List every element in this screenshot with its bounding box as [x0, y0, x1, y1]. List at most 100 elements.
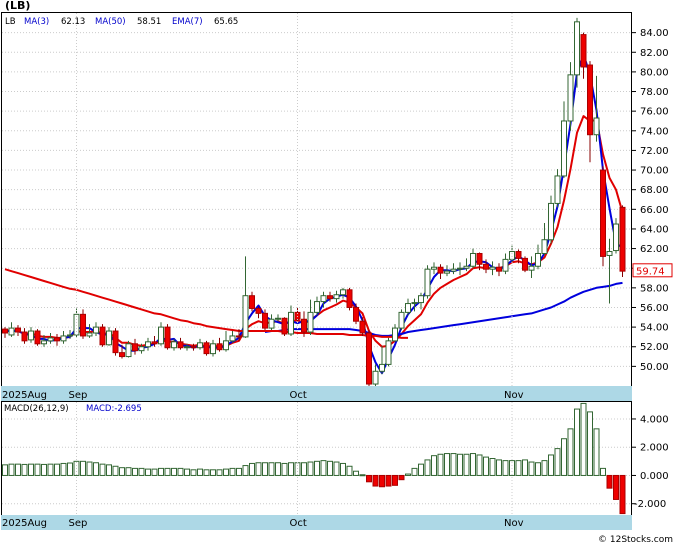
macd-bar-positive	[333, 461, 340, 476]
macd-bar-positive	[262, 462, 268, 476]
price-tick-label: 62.00	[640, 244, 669, 255]
legend-ma50-value: 58.51	[137, 17, 161, 27]
macd-bar-positive	[190, 469, 197, 476]
macd-bar-positive	[41, 463, 47, 476]
price-tick-label: 68.00	[640, 185, 669, 196]
price-tick-label: 72.00	[640, 146, 669, 157]
macd-bar-positive	[242, 465, 249, 476]
candle-up	[424, 265, 431, 299]
macd-bar-positive	[574, 408, 580, 476]
price-tick-label: 52.00	[640, 342, 669, 353]
price-x-tick-label: 2025Aug	[2, 390, 47, 401]
price-tick-label: 74.00	[640, 126, 669, 137]
macd-bar-positive	[80, 460, 86, 476]
price-x-tick-label: Nov	[504, 390, 524, 401]
candle-up	[398, 309, 405, 331]
macd-bar-positive	[320, 460, 327, 476]
legend-ma50-label: MA(50)	[95, 17, 126, 27]
macd-bar-negative	[379, 474, 385, 488]
macd-bar-positive	[496, 459, 502, 476]
macd-bar-positive	[106, 464, 112, 476]
macd-bar-positive	[424, 459, 431, 476]
macd-bar-positive	[314, 460, 320, 476]
price-tick-label: 54.00	[640, 323, 669, 334]
macd-bar-positive	[255, 462, 262, 476]
macd-bar-positive	[67, 462, 73, 476]
macd-bar-positive	[93, 462, 99, 476]
price-tick-label: 64.00	[640, 224, 669, 235]
macd-bar-positive	[554, 448, 561, 476]
price-date-strip	[1, 386, 632, 401]
macd-x-tick-label: Sep	[69, 518, 88, 529]
last-price-label: 59.74	[636, 266, 665, 277]
macd-bar-positive	[99, 463, 106, 476]
macd-bar-negative	[606, 474, 613, 489]
macd-bar-positive	[281, 462, 288, 476]
macd-bar-positive	[34, 463, 41, 476]
price-tick-label: 70.00	[640, 166, 669, 177]
macd-bar-positive	[138, 467, 145, 476]
macd-bar-positive	[184, 468, 190, 476]
chart-title: (LB)	[5, 0, 30, 12]
macd-bar-positive	[405, 473, 411, 476]
macd-bar-positive	[528, 461, 535, 476]
price-tick-label: 78.00	[640, 87, 669, 98]
macd-bar-positive	[418, 463, 424, 476]
macd-bar-positive	[60, 462, 67, 476]
macd-bar-positive	[567, 428, 574, 476]
candle-up	[125, 340, 132, 358]
macd-bar-positive	[411, 467, 418, 476]
candle-down	[281, 317, 288, 336]
macd-bar-positive	[359, 474, 366, 477]
macd-bar-negative	[398, 474, 405, 481]
macd-bar-positive	[327, 460, 333, 476]
macd-bar-positive	[15, 463, 21, 476]
macd-bar-positive	[587, 411, 593, 476]
price-tick-label: 66.00	[640, 205, 669, 216]
candle-up	[385, 337, 392, 367]
candle-down	[34, 329, 41, 346]
macd-bar-positive	[288, 462, 294, 476]
macd-bar-positive	[353, 470, 359, 476]
macd-bar-positive	[2, 464, 8, 476]
candle-down	[619, 205, 626, 278]
candle-down	[522, 256, 528, 273]
macd-bar-positive	[21, 463, 28, 476]
price-tick-label: 58.00	[640, 283, 669, 294]
macd-bar-positive	[476, 454, 483, 476]
macd-tick-label: -2.000	[634, 499, 666, 510]
macd-bar-positive	[444, 453, 450, 476]
macd-bar-positive	[177, 467, 184, 476]
price-tick-label: 84.00	[640, 28, 669, 39]
price-x-tick-label: Sep	[69, 390, 88, 401]
macd-bar-negative	[385, 474, 392, 487]
macd-bar-positive	[216, 469, 223, 476]
macd-bar-positive	[522, 459, 528, 476]
legend-ma3-label: MA(3)	[24, 17, 49, 27]
legend-ma3-value: 62.13	[61, 17, 85, 27]
macd-bar-positive	[210, 469, 216, 476]
macd-bar-positive	[229, 467, 236, 476]
legend-ema7-label: EMA(7)	[172, 17, 203, 27]
macd-bar-positive	[275, 462, 281, 476]
macd-bar-positive	[470, 453, 476, 476]
macd-bar-positive	[437, 453, 444, 476]
macd-bar-positive	[483, 456, 489, 476]
macd-tick-label: 2.000	[640, 443, 669, 454]
price-tick-label: 80.00	[640, 67, 669, 78]
macd-bar-positive	[119, 467, 125, 476]
macd-x-tick-label: Oct	[290, 518, 307, 529]
macd-bar-positive	[145, 468, 151, 476]
macd-tick-label: 0.000	[640, 471, 669, 482]
macd-bar-positive	[151, 468, 158, 476]
macd-x-tick-label: 2025Aug	[2, 518, 47, 529]
macd-bar-positive	[294, 462, 301, 476]
candle-down	[112, 328, 119, 356]
price-x-tick-label: Oct	[290, 390, 307, 401]
legend-symbol: LB	[5, 17, 16, 27]
macd-bar-positive	[450, 453, 457, 476]
macd-bar-positive	[541, 460, 548, 476]
macd-bar-positive	[515, 460, 522, 476]
macd-bar-positive	[548, 454, 554, 476]
macd-bar-positive	[457, 453, 463, 476]
